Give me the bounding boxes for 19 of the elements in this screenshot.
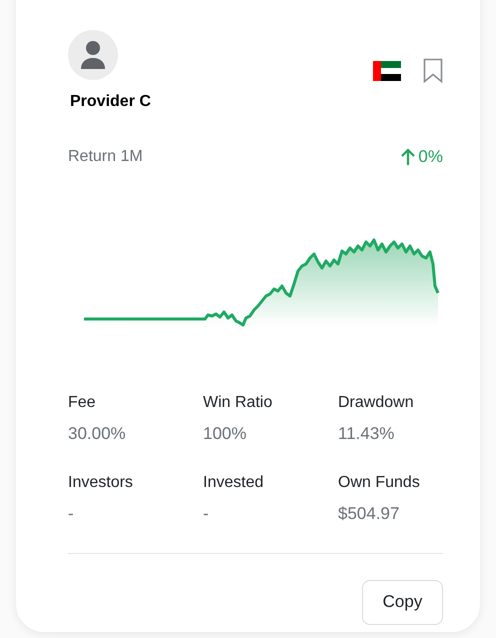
stat-label: Fee xyxy=(68,392,97,412)
stat-value: 11.43% xyxy=(338,422,396,444)
stat-label: Win Ratio xyxy=(203,392,274,412)
return-label: Return 1M xyxy=(68,146,143,167)
stat-label: Drawdown xyxy=(338,392,415,412)
stat-label: Investors xyxy=(68,472,134,492)
stat-label: Invested xyxy=(203,472,264,492)
stat-value: 100% xyxy=(203,422,248,444)
bookmark-icon[interactable] xyxy=(423,58,443,83)
copy-button[interactable]: Copy xyxy=(362,580,443,624)
flag-icon xyxy=(373,60,401,80)
stat-label: Own Funds xyxy=(338,472,421,492)
provider-name: Provider C xyxy=(70,92,151,112)
avatar-icon xyxy=(68,30,118,80)
stat-value: - xyxy=(203,502,210,524)
stat-value: $504.97 xyxy=(338,502,400,524)
stat-value: 30.00% xyxy=(68,422,127,444)
stat-value: - xyxy=(68,502,75,524)
return-value: 0% xyxy=(418,146,443,168)
